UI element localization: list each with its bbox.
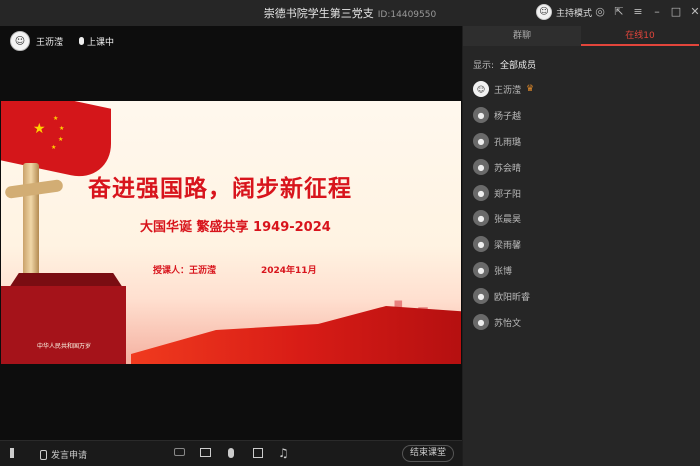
phone-icon [40,449,47,460]
window-controls: ◎ ⇱ ≡ – □ ✕ [594,6,700,18]
host-mode-label: 主持模式 [556,8,593,19]
avatar: ● [473,107,489,123]
microphone-button[interactable] [228,448,234,458]
star-icon: ★ [58,136,64,143]
maximize-icon[interactable]: □ [670,6,682,18]
avatar: ● [473,159,489,175]
member-name: 欧阳昕睿 [494,292,531,303]
list-item[interactable]: ● 张晨昊 [473,210,521,226]
title-bar: 崇德书院学生第三党支 ID:14409550 ☺ 主持模式 ◎ ⇱ ≡ – □ ✕ [0,0,700,26]
edit-icon [253,448,263,458]
list-item[interactable]: ● 欧阳昕睿 [473,288,530,304]
tab-online[interactable]: 在线10 [581,26,699,46]
slide-date: 2024年11月 [261,266,317,276]
member-name: 苏怡文 [494,318,522,329]
presentation-slide: ★ ★ ★ ★ ★ 中华人民共和国万岁 奋进强国路，阔步新征程 大国华诞 繁盛共… [1,101,461,364]
list-item[interactable]: ● 杨子越 [473,107,521,123]
volume-button[interactable] [10,448,18,458]
close-icon[interactable]: ✕ [689,6,700,18]
avatar: ● [473,133,489,149]
list-item[interactable]: ● 梁雨馨 [473,236,521,252]
list-item[interactable]: ● 苏会晴 [473,159,521,175]
share-icon[interactable]: ⇱ [613,6,625,18]
member-name: 王沥滢 [494,85,522,96]
microphone-icon [228,448,234,458]
member-name: 孔雨璐 [494,137,522,148]
star-icon: ★ [59,125,65,132]
list-item[interactable]: ● 张博 [473,262,512,278]
host-avatar: ☺ [536,4,552,20]
star-icon: ★ [51,144,57,151]
star-icon: ★ [53,115,59,122]
filter-value: 全部成员 [500,61,537,71]
mic-icon [79,37,85,45]
host-badge-icon: ♛ [526,84,535,94]
bottom-toolbar: 发言申请 ♫ [0,440,462,466]
member-name: 杨子越 [494,111,522,122]
list-item[interactable]: ☺ 王沥滢 ♛ [473,81,534,97]
video-area: ☺ 王沥滢 上课中 ★ ★ ★ ★ ★ 中华人民共和国万岁 奋进强国路，阔步新征… [0,26,462,440]
whiteboard-button[interactable] [253,448,263,458]
settings-icon[interactable]: ◎ [594,6,606,18]
member-name: 张博 [494,266,513,277]
member-name: 苏会晴 [494,163,522,174]
avatar: ● [473,185,489,201]
class-status: 上课中 [79,35,114,48]
host-mode[interactable]: ☺ 主持模式 [536,4,592,20]
music-icon: ♫ [278,446,289,460]
teacher-name: 王沥滢 [36,37,64,48]
gate-sign: 中华人民共和国万岁 [37,343,92,350]
teacher-info: ☺ 王沥滢 上课中 [10,31,114,51]
avatar: ● [473,314,489,330]
speaker-icon [10,448,18,458]
ribbon-graphic [131,306,461,364]
member-name: 张晨昊 [494,214,522,225]
slide-title: 奋进强国路，阔步新征程 [88,176,352,202]
room-name: 崇德书院学生第三党支 [263,7,374,20]
slide-lecturer: 授课人：王沥滢 [153,266,217,276]
tab-group-chat[interactable]: 群聊 [463,26,581,46]
avatar: ☺ [473,81,489,97]
list-item[interactable]: ● 苏怡文 [473,314,521,330]
avatar: ● [473,236,489,252]
list-item[interactable]: ● 孔雨璐 [473,133,521,149]
room-id: ID:14409550 [377,10,437,20]
avatar: ● [473,288,489,304]
music-button[interactable]: ♫ [278,446,289,460]
list-item[interactable]: ● 郑子阳 [473,185,521,201]
screen-icon [200,448,211,457]
menu-icon[interactable]: ≡ [632,6,644,18]
speak-request-button[interactable]: 发言申请 [40,448,87,461]
member-name: 郑子阳 [494,189,522,200]
teacher-avatar: ☺ [10,31,30,51]
minimize-icon[interactable]: – [651,6,663,18]
slide-subtitle: 大国华诞 繁盛共享 1949-2024 [140,220,331,235]
avatar: ● [473,210,489,226]
tiananmen-graphic [1,286,126,364]
camera-button[interactable] [174,448,185,456]
panel-tabs: 群聊 在线10 [463,26,700,46]
side-panel: 群聊 在线10 显示: 全部成员 ☺ 王沥滢 ♛ ● 杨子越 ● 孔雨璐 ● 苏会… [463,26,700,466]
member-filter[interactable]: 显示: 全部成员 [473,58,536,71]
class-status-label: 上课中 [87,37,115,48]
camera-icon [174,448,185,456]
speak-request-label: 发言申请 [51,451,88,461]
star-icon: ★ [33,121,46,137]
screen-share-button[interactable] [200,448,211,457]
end-class-button[interactable]: 结束课堂 [402,445,454,462]
avatar: ● [473,262,489,278]
filter-label: 显示: [473,61,495,71]
member-name: 梁雨馨 [494,240,522,251]
